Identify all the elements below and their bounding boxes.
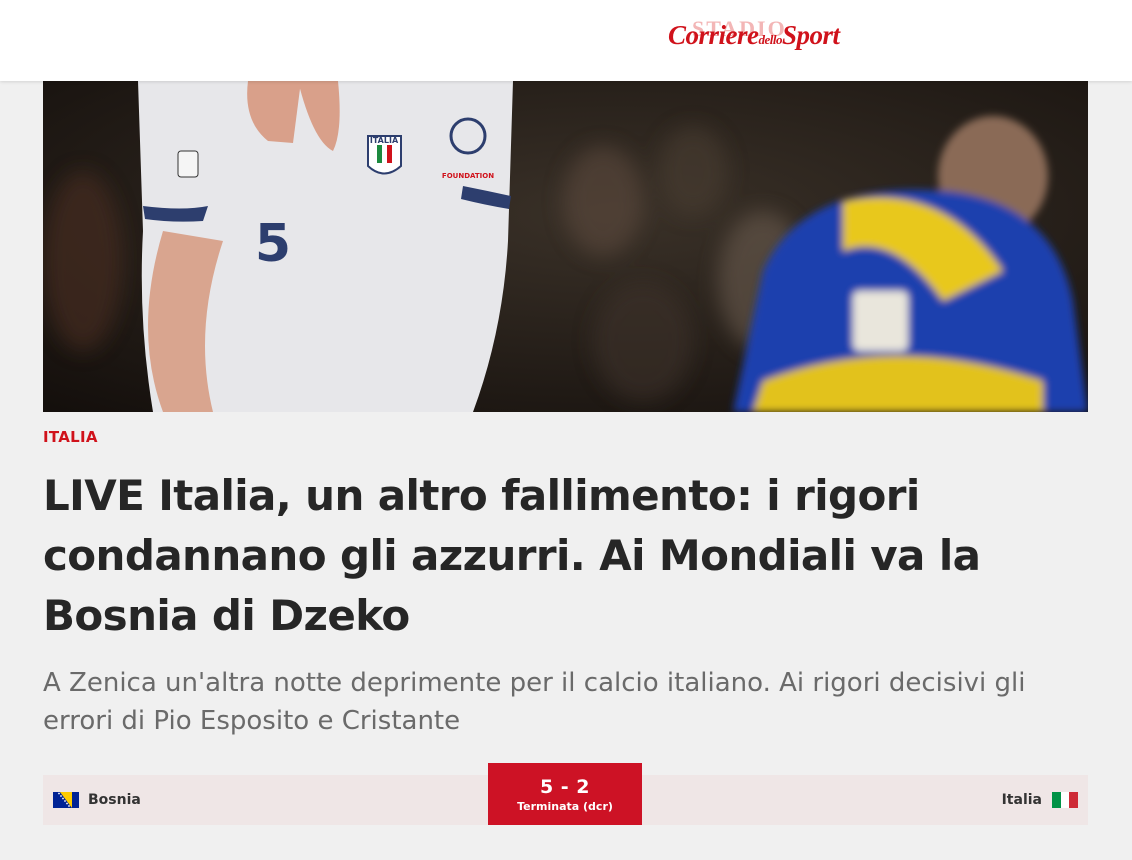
article-subheadline: A Zenica un'altra notte deprimente per i… (43, 668, 1026, 736)
article-category[interactable]: ITALIA (43, 428, 98, 446)
logo-word-dello: dello (758, 32, 783, 47)
italy-flag-icon (1052, 792, 1078, 808)
site-logo[interactable]: STADIO CorrieredelloSport (668, 16, 878, 60)
home-team: Bosnia (53, 775, 141, 825)
article-headline[interactable]: LIVE Italia, un altro fallimento: i rigo… (43, 466, 1043, 646)
logo-word-sport: Sport (782, 20, 840, 50)
bosnia-flag-icon (53, 792, 79, 808)
shirt-number: 5 (255, 214, 291, 274)
logo-word-corriere: Corriere (668, 20, 759, 50)
hero-image[interactable]: ITALIA FOUNDATION 5 (43, 81, 1088, 412)
site-header: STADIO CorrieredelloSport (0, 0, 1132, 81)
match-score: 5 - 2 (539, 776, 591, 798)
crest-icon: ITALIA (367, 135, 402, 175)
hero-photo: ITALIA FOUNDATION 5 (43, 81, 1088, 412)
match-score-box[interactable]: 5 - 2 Terminata (dcr) (488, 763, 642, 825)
badge-text: FOUNDATION (442, 172, 494, 180)
home-team-name: Bosnia (88, 792, 141, 808)
match-status: Terminata (dcr) (517, 800, 613, 813)
away-team: Italia (1002, 775, 1078, 825)
away-team-name: Italia (1001, 792, 1042, 808)
jersey-text: ITALIA (370, 136, 399, 145)
logo-wordmark: CorrieredelloSport (668, 20, 840, 51)
